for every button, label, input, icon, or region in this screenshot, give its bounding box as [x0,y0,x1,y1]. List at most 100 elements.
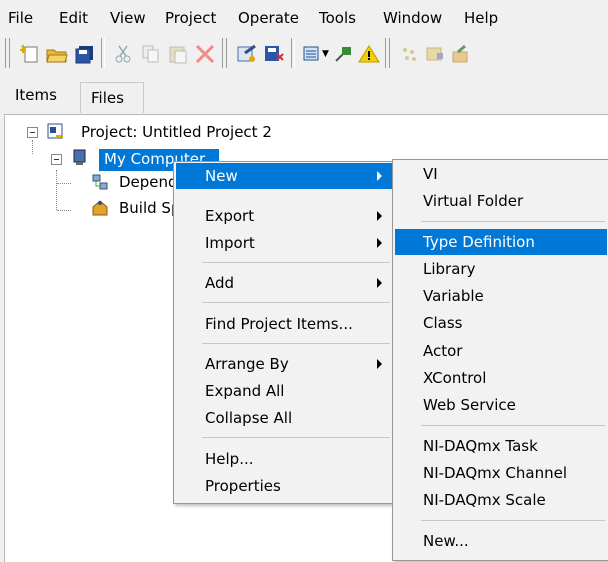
menu-item-export-label: Export [205,207,255,225]
menu-item-collapse-label: Collapse All [205,409,293,427]
menu-separator [202,302,390,303]
pin-icon[interactable] [333,44,355,64]
menu-tools[interactable]: Tools [319,9,356,27]
new-submenu: VI Virtual Folder Type Definition Librar… [392,159,608,561]
submenu-item-variable-label: Variable [423,287,484,305]
menu-item-collapse[interactable]: Collapse All [176,405,392,431]
menu-item-expand-label: Expand All [205,382,285,400]
submenu-item-library-label: Library [423,260,476,278]
open-folder-icon[interactable] [46,44,68,64]
view-options-icon[interactable] [302,44,324,64]
project-settings-icon[interactable] [236,44,258,64]
toolbar-separator [101,38,105,68]
submenu-item-library[interactable]: Library [395,256,607,282]
menu-item-help[interactable]: Help... [176,446,392,472]
menu-separator [421,221,605,222]
menu-item-help-label: Help... [205,450,254,468]
menu-separator [202,343,390,344]
tab-items-label: Items [15,86,57,104]
menu-item-find-label: Find Project Items... [205,315,353,333]
submenu-item-actor[interactable]: Actor [395,338,607,364]
submenu-item-daqmx-channel[interactable]: NI-DAQmx Channel [395,460,607,486]
menu-item-arrange[interactable]: Arrange By [176,351,392,377]
delete-icon[interactable] [194,44,216,64]
project-tabs: Items Files [0,74,608,114]
submenu-item-web-service[interactable]: Web Service [395,392,607,418]
menu-edit[interactable]: Edit [59,9,88,27]
new-vi-icon[interactable] [18,44,40,64]
menu-item-add-label: Add [205,274,235,292]
toolbar-grip-2[interactable] [9,38,13,68]
build-specifications-icon [92,200,108,216]
submenu-item-xcontrol-label: XControl [423,369,487,387]
submenu-item-new-dialog-label: New... [423,532,469,550]
toolbar-grip-6[interactable] [389,38,393,68]
submenu-item-type-definition-label: Type Definition [423,233,535,251]
submenu-item-class-label: Class [423,314,463,332]
tree-item-project[interactable]: Project: Untitled Project 2 [81,123,272,141]
submenu-item-daqmx-task[interactable]: NI-DAQmx Task [395,433,607,459]
tab-items[interactable]: Items [5,78,68,112]
collapse-toggle[interactable] [27,127,38,138]
menu-view[interactable]: View [110,9,146,27]
submenu-item-daqmx-scale[interactable]: NI-DAQmx Scale [395,487,607,513]
submenu-arrow-icon [377,211,382,221]
menu-project[interactable]: Project [165,9,216,27]
submenu-arrow-icon [377,359,382,369]
submenu-arrow-icon [377,238,382,248]
menu-file[interactable]: File [8,9,33,27]
save-all-icon[interactable] [74,44,96,64]
tree-line [56,170,57,210]
submenu-item-new-dialog[interactable]: New... [395,528,607,554]
project-icon [47,123,63,139]
toolbar-separator-2 [291,38,295,68]
submenu-item-vi-label: VI [423,165,438,183]
submenu-item-variable[interactable]: Variable [395,283,607,309]
menu-item-properties-label: Properties [205,477,281,495]
toolbar-extra-icon-3[interactable] [450,44,472,64]
menu-item-expand[interactable]: Expand All [176,378,392,404]
menu-separator [421,425,605,426]
tab-files[interactable]: Files [80,82,144,113]
menu-separator [421,520,605,521]
copy-icon[interactable] [140,44,162,64]
submenu-item-virtual-folder-label: Virtual Folder [423,192,524,210]
toolbar: ▼ [0,34,608,74]
toolbar-grip-4[interactable] [226,38,230,68]
submenu-item-type-definition[interactable]: Type Definition [395,229,607,255]
collapse-toggle-computer[interactable] [51,154,62,165]
cut-icon[interactable] [112,44,134,64]
menu-item-find[interactable]: Find Project Items... [176,311,392,337]
submenu-item-virtual-folder[interactable]: Virtual Folder [395,188,607,214]
menu-item-add[interactable]: Add [176,270,392,296]
toolbar-extra-icon-1[interactable] [398,44,420,64]
menu-item-properties[interactable]: Properties [176,473,392,499]
context-menu: New Export Import Add Find Project Items… [173,161,395,504]
submenu-item-xcontrol[interactable]: XControl [395,365,607,391]
dropdown-arrow-icon[interactable]: ▼ [322,49,329,59]
submenu-item-daqmx-scale-label: NI-DAQmx Scale [423,491,546,509]
menu-window[interactable]: Window [383,9,442,27]
menu-item-new[interactable]: New [176,163,392,189]
build-icon[interactable] [263,44,285,64]
menu-item-import[interactable]: Import [176,230,392,256]
menu-separator [202,262,390,263]
submenu-item-daqmx-task-label: NI-DAQmx Task [423,437,538,455]
submenu-item-class[interactable]: Class [395,310,607,336]
tree-line [57,210,71,211]
computer-icon [73,149,86,165]
menu-item-export[interactable]: Export [176,203,392,229]
menu-item-arrange-label: Arrange By [205,355,289,373]
toolbar-extra-icon-2[interactable] [424,44,446,64]
menu-operate[interactable]: Operate [238,9,299,27]
menu-help[interactable]: Help [464,9,498,27]
tree-line [32,140,33,154]
paste-icon[interactable] [167,44,189,64]
menu-item-new-label: New [205,167,238,185]
submenu-item-vi[interactable]: VI [395,161,607,187]
menu-bar: File Edit View Project Operate Tools Win… [0,0,608,34]
warning-icon[interactable] [358,44,380,64]
tab-files-label: Files [91,89,124,107]
menu-item-import-label: Import [205,234,255,252]
submenu-item-actor-label: Actor [423,342,463,360]
